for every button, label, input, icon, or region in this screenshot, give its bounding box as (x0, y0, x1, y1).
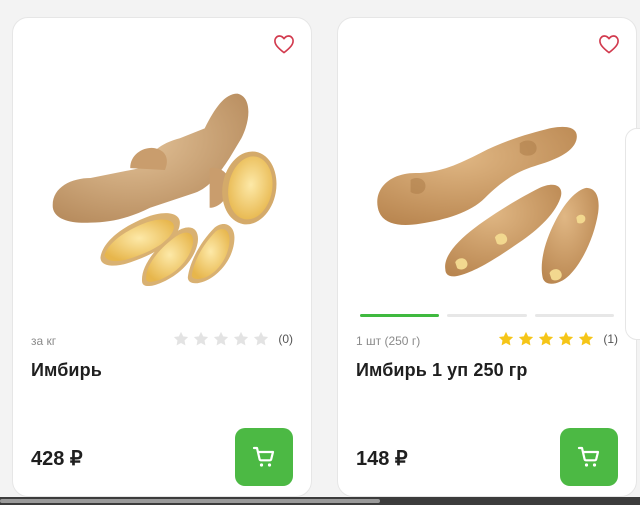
cart-icon (252, 446, 275, 467)
star-icon (214, 331, 229, 346)
product-name[interactable]: Имбирь (31, 360, 102, 381)
carousel-segment[interactable] (534, 314, 614, 317)
cart-icon (577, 446, 600, 467)
carousel-segment[interactable] (360, 314, 440, 317)
star-icon (559, 331, 574, 346)
star-icon (539, 331, 554, 346)
star-icon (499, 331, 514, 346)
unit-label: за кг (31, 334, 57, 348)
star-icon (254, 331, 269, 346)
rating[interactable]: (1) (497, 330, 618, 348)
star-icon (519, 331, 534, 346)
star-icon (174, 331, 189, 346)
star-icon (579, 331, 594, 346)
image-carousel-indicator[interactable] (360, 314, 614, 317)
product-image[interactable] (31, 48, 293, 308)
product-image[interactable] (356, 48, 618, 308)
add-to-cart-button[interactable] (235, 428, 293, 486)
product-card[interactable]: за кг (0) Имбирь 428 ₽ (12, 17, 312, 497)
product-price: 148 ₽ (356, 448, 408, 470)
product-price: 428 ₽ (31, 448, 83, 470)
star-icon (194, 331, 209, 346)
product-name[interactable]: Имбирь 1 уп 250 гр (356, 360, 527, 381)
scrollbar-thumb[interactable] (0, 499, 380, 503)
product-card[interactable]: 1 шт (250 г) (1) Имбирь 1 уп 250 гр 148 … (337, 17, 637, 497)
rating-count: (1) (603, 332, 618, 346)
next-card-edge[interactable] (625, 128, 640, 340)
rating[interactable]: (0) (172, 330, 293, 348)
add-to-cart-button[interactable] (560, 428, 618, 486)
unit-label: 1 шт (250 г) (356, 334, 421, 348)
rating-count: (0) (278, 332, 293, 346)
carousel-segment[interactable] (447, 314, 527, 317)
horizontal-scrollbar[interactable] (0, 497, 640, 505)
star-icon (234, 331, 249, 346)
